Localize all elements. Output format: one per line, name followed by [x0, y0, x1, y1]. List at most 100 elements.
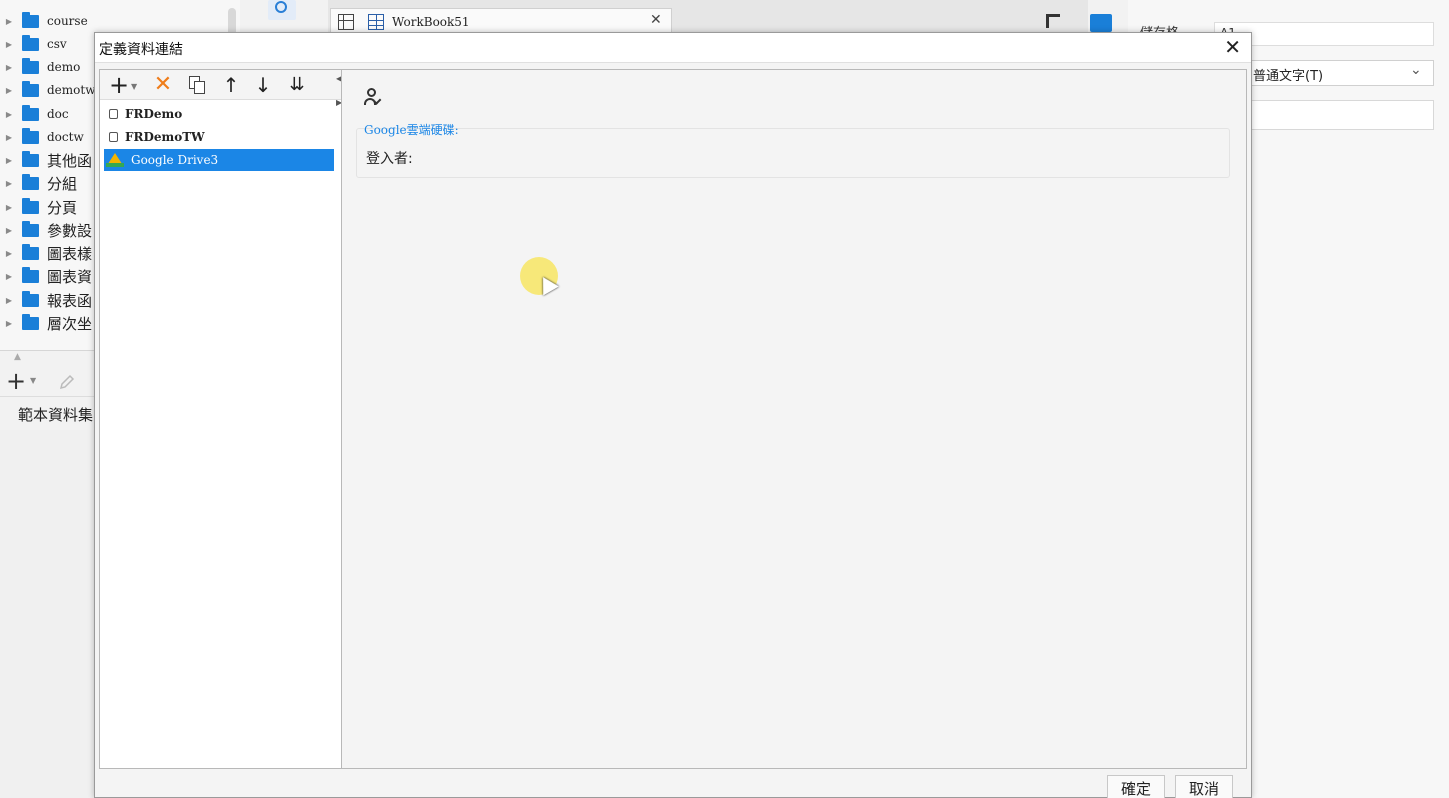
- copy-icon[interactable]: [186, 73, 208, 97]
- expand-arrow-icon[interactable]: ▶: [2, 86, 16, 95]
- ok-button[interactable]: 確定: [1107, 775, 1165, 798]
- tree-item-label: csv: [47, 37, 67, 51]
- expand-arrow-icon[interactable]: ▶: [2, 63, 16, 72]
- search-icon: [275, 1, 287, 13]
- expand-arrow-icon[interactable]: ▶: [2, 203, 16, 212]
- collapse-up-icon[interactable]: ▲: [14, 352, 21, 362]
- connection-label: FRDemo: [125, 107, 183, 121]
- database-icon: [109, 132, 118, 142]
- dialog-footer: 確定 取消: [95, 771, 1251, 798]
- expand-arrow-icon[interactable]: ▶: [2, 133, 16, 142]
- format-icon[interactable]: [1046, 14, 1060, 28]
- expand-arrow-icon[interactable]: ▶: [2, 40, 16, 49]
- tree-item-label: doctw: [47, 130, 84, 144]
- connection-label: FRDemoTW: [125, 130, 205, 144]
- connection-toolbar: + ▼ ✕ ↑ ↓ ⇊: [100, 70, 342, 100]
- tree-item[interactable]: ▶ 報表函: [0, 289, 92, 311]
- tree-item-label: 報表函: [47, 291, 93, 310]
- connection-item[interactable]: Google Drive3: [104, 149, 334, 171]
- tree-item[interactable]: ▶ csv: [0, 33, 67, 55]
- expand-arrow-icon[interactable]: ▶: [2, 110, 16, 119]
- expand-arrow-icon[interactable]: ▶: [2, 17, 16, 26]
- delete-connection-button[interactable]: ✕: [152, 73, 174, 97]
- workbook-icon: [368, 14, 384, 30]
- folder-icon: [22, 150, 39, 167]
- tree-item[interactable]: ▶ 參數設: [0, 219, 92, 241]
- tree-item[interactable]: ▶ 層次坐: [0, 312, 92, 334]
- tree-item[interactable]: ▶ doc: [0, 103, 69, 125]
- section-title: Google雲端硬碟:: [364, 123, 459, 137]
- value-field[interactable]: [1248, 100, 1434, 130]
- folder-icon: [22, 11, 39, 28]
- tree-item[interactable]: ▶ 分頁: [0, 196, 77, 218]
- expand-arrow-icon[interactable]: ▶: [2, 296, 16, 305]
- folder-icon: [22, 220, 39, 237]
- connection-label: Google Drive3: [131, 153, 219, 167]
- folder-icon: [22, 173, 39, 190]
- close-tab-icon[interactable]: ✕: [650, 12, 662, 28]
- tree-item[interactable]: ▶ 圖表樣: [0, 242, 92, 264]
- user-check-icon: [362, 86, 382, 108]
- folder-icon: [22, 197, 39, 214]
- tree-item-label: 圖表資: [47, 267, 93, 286]
- folder-icon: [22, 243, 39, 260]
- expand-arrow-icon[interactable]: ▶: [2, 319, 16, 328]
- folder-icon: [22, 57, 39, 74]
- tree-item-label: 分頁: [47, 198, 78, 217]
- edit-pencil-icon[interactable]: [58, 373, 76, 391]
- folder-icon: [22, 266, 39, 283]
- folder-icon: [22, 104, 39, 121]
- folder-icon: [22, 34, 39, 51]
- database-icon: [109, 109, 118, 119]
- connection-item[interactable]: FRDemo: [104, 103, 334, 125]
- add-connection-button[interactable]: +: [108, 73, 130, 97]
- folder-icon: [22, 127, 39, 144]
- login-user-label: 登入者:: [366, 151, 413, 167]
- tab-label: WorkBook51: [392, 15, 470, 29]
- connection-item[interactable]: FRDemoTW: [104, 126, 334, 148]
- type-select-value: 普通文字(T): [1253, 69, 1324, 84]
- tree-item-label: 圖表樣: [47, 244, 93, 263]
- tree-item-label: doc: [47, 107, 69, 121]
- tree-item[interactable]: ▶ demotw: [0, 79, 95, 101]
- caret-down-icon[interactable]: ▼: [131, 82, 137, 91]
- tree-item-label: 層次坐: [47, 314, 93, 333]
- tree-item[interactable]: ▶ 圖表資: [0, 265, 92, 287]
- search-button[interactable]: [268, 0, 296, 20]
- folder-icon: [22, 80, 39, 97]
- caret-down-icon[interactable]: ▼: [30, 376, 36, 385]
- add-dataset-button[interactable]: +: [6, 369, 26, 393]
- dataset-panel-title: 範本資料集: [18, 406, 94, 424]
- expand-arrow-icon[interactable]: ▶: [2, 179, 16, 188]
- grid-icon[interactable]: [338, 14, 354, 30]
- tree-item[interactable]: ▶ doctw: [0, 126, 84, 148]
- tree-item[interactable]: ▶ course: [0, 10, 88, 32]
- connection-detail-pane: Google雲端硬碟: 登入者:: [341, 69, 1247, 769]
- expand-arrow-icon[interactable]: ▶: [2, 156, 16, 165]
- chevron-down-icon[interactable]: ⌄: [1410, 62, 1422, 78]
- tree-item[interactable]: ▶ 分組: [0, 172, 77, 194]
- expand-arrow-icon[interactable]: ▶: [2, 272, 16, 281]
- move-up-button[interactable]: ↑: [220, 73, 242, 97]
- google-drive-section: [356, 128, 1230, 178]
- panel-toggle-button[interactable]: [1090, 14, 1112, 32]
- tree-item[interactable]: ▶ 其他函: [0, 149, 92, 171]
- move-down-button[interactable]: ↓: [252, 73, 274, 97]
- folder-icon: [22, 290, 39, 307]
- tree-item-label: 參數設: [47, 221, 93, 240]
- connection-list-pane: + ▼ ✕ ↑ ↓ ⇊ FRDemo FRDemoTW Google Drive…: [99, 69, 343, 769]
- tree-item-label: 其他函: [47, 151, 93, 170]
- sort-button[interactable]: ⇊: [284, 73, 310, 97]
- cancel-button[interactable]: 取消: [1175, 775, 1233, 798]
- expand-arrow-icon[interactable]: ▶: [2, 249, 16, 258]
- google-drive-icon: [106, 153, 124, 167]
- define-connection-dialog: 定義資料連結 ✕ + ▼ ✕ ↑ ↓ ⇊ FRDemo FRDemoTW Goo…: [94, 32, 1252, 798]
- tree-item-label: course: [47, 14, 88, 28]
- expand-arrow-icon[interactable]: ▶: [2, 226, 16, 235]
- tree-item-label: 分組: [47, 174, 78, 193]
- tree-item-label: demo: [47, 60, 81, 74]
- tree-item[interactable]: ▶ demo: [0, 56, 80, 78]
- close-icon[interactable]: ✕: [1224, 35, 1241, 59]
- dialog-title: 定義資料連結: [99, 42, 183, 58]
- dialog-titlebar: 定義資料連結 ✕: [95, 33, 1251, 63]
